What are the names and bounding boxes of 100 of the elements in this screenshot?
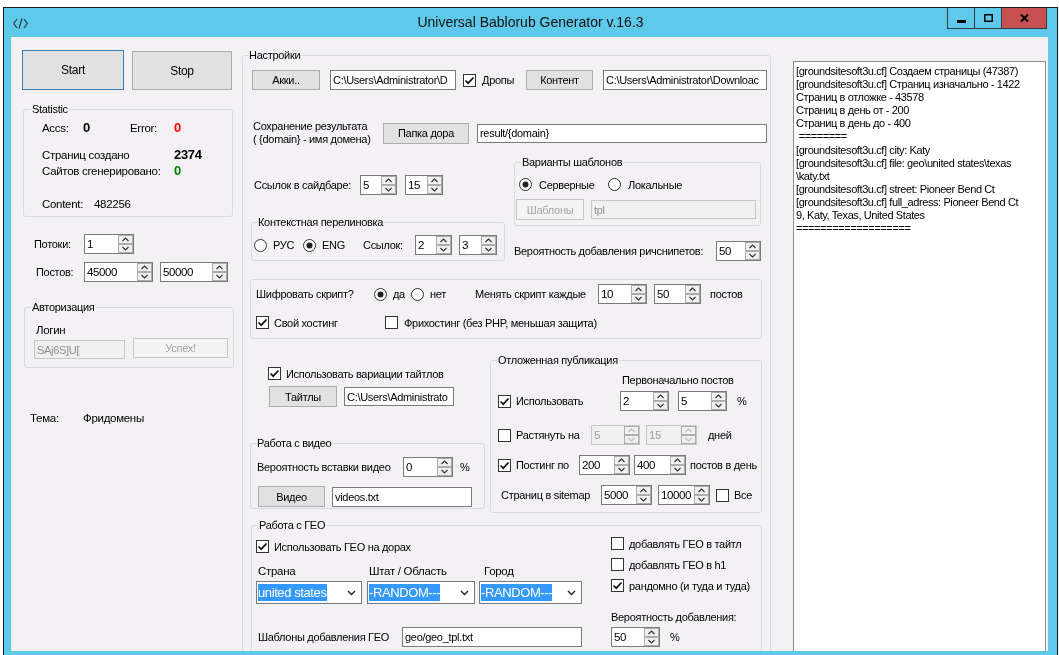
spin-arrows-icon[interactable] bbox=[614, 456, 629, 474]
accounts-button[interactable]: Акки.. bbox=[252, 70, 320, 90]
field-label: Логин bbox=[36, 323, 66, 337]
number-spinner[interactable]: 15 bbox=[405, 175, 443, 195]
radio-button[interactable] bbox=[303, 238, 316, 252]
field-label: Сохранение результата ( {domain} - имя домена) bbox=[253, 120, 372, 146]
spin-arrows-icon[interactable] bbox=[481, 236, 496, 254]
radio-button[interactable] bbox=[411, 287, 424, 301]
number-spinner[interactable]: 3 bbox=[459, 235, 497, 255]
spin-arrows-icon[interactable] bbox=[381, 176, 396, 194]
log-textbox[interactable] bbox=[793, 61, 1046, 651]
content-button[interactable]: Контент bbox=[526, 70, 593, 90]
group-title: Варианты шаблонов bbox=[521, 156, 624, 169]
spin-arrows-icon[interactable] bbox=[636, 486, 651, 504]
checkbox-label[interactable]: Свой хостинг bbox=[274, 316, 385, 329]
spin-arrows-icon[interactable] bbox=[436, 236, 451, 254]
number-spinner[interactable]: 2 bbox=[415, 235, 452, 255]
path-field[interactable]: geo/geo_tpl.txt bbox=[402, 627, 582, 647]
spin-arrows-icon[interactable] bbox=[427, 176, 442, 194]
spin-arrows-icon[interactable] bbox=[644, 628, 659, 646]
checkbox-label[interactable]: рандомно (и туда и туда) bbox=[629, 579, 750, 592]
number-spinner[interactable]: 5 bbox=[360, 175, 397, 195]
spin-arrows-icon[interactable] bbox=[653, 392, 668, 410]
checkbox-label[interactable]: добавлять ГЕО в тайтл bbox=[629, 537, 742, 550]
number-spinner[interactable]: 5000 bbox=[601, 485, 652, 505]
chevron-down-icon bbox=[460, 589, 469, 596]
checkbox[interactable] bbox=[611, 558, 624, 571]
number-spinner[interactable]: 10000 bbox=[658, 485, 710, 505]
checkbox-label[interactable]: Постинг по bbox=[516, 459, 579, 471]
checkbox[interactable] bbox=[385, 316, 398, 329]
group-title: Statistic bbox=[31, 103, 69, 116]
spin-arrows-icon[interactable] bbox=[631, 285, 646, 303]
number-spinner[interactable]: 200 bbox=[579, 455, 630, 475]
start-button[interactable]: Start bbox=[22, 50, 124, 90]
checkbox-label[interactable]: Использовать вариации тайтлов bbox=[286, 367, 444, 380]
number-spinner[interactable]: 50 bbox=[654, 284, 701, 304]
number-spinner[interactable]: 2 bbox=[620, 391, 669, 411]
field-label: Шаблоны добавления ГЕО bbox=[258, 631, 390, 643]
path-field[interactable]: result/{domain} bbox=[477, 123, 767, 143]
stat-label: Сайтов сгенерировано: bbox=[42, 164, 162, 178]
spin-arrows-icon[interactable] bbox=[437, 458, 452, 476]
group-title: Работа с видео bbox=[256, 437, 333, 450]
radio-button[interactable] bbox=[254, 238, 267, 252]
checkbox-label[interactable]: Использовать bbox=[516, 395, 620, 407]
radio-label[interactable]: да bbox=[393, 288, 411, 300]
field-label: Штат / Область bbox=[368, 564, 448, 578]
number-spinner[interactable]: 10 bbox=[598, 284, 647, 304]
titles-button[interactable]: Тайтлы bbox=[269, 386, 337, 407]
path-field[interactable]: C:\Users\Administrator\Downloac bbox=[603, 70, 767, 90]
checkbox[interactable] bbox=[463, 73, 476, 87]
folder-button[interactable]: Папка дора bbox=[383, 122, 469, 144]
minimize-button[interactable] bbox=[947, 8, 975, 29]
checkbox[interactable] bbox=[611, 579, 624, 592]
log-line: [groundsitesoft3u.cf] city: Katy bbox=[796, 143, 931, 157]
spin-arrows-icon[interactable] bbox=[711, 392, 726, 410]
chevron-down-icon bbox=[347, 589, 356, 596]
spin-arrows-icon[interactable] bbox=[745, 242, 760, 260]
checkbox[interactable] bbox=[256, 540, 269, 553]
checkbox-label[interactable]: Дропы bbox=[482, 74, 519, 86]
file-field[interactable]: videos.txt bbox=[332, 486, 472, 507]
number-spinner[interactable]: 45000 bbox=[84, 262, 153, 282]
group-title: Авторизация bbox=[31, 301, 96, 314]
radio-label[interactable]: РУС bbox=[273, 239, 303, 251]
radio-label[interactable]: нет bbox=[430, 288, 475, 300]
radio-button[interactable] bbox=[374, 287, 387, 301]
number-spinner[interactable]: 50 bbox=[716, 241, 761, 261]
number-spinner[interactable]: 50000 bbox=[160, 262, 228, 282]
close-button[interactable] bbox=[1001, 8, 1047, 29]
radio-label[interactable]: ENG bbox=[322, 239, 363, 251]
spin-arrows-icon[interactable] bbox=[137, 263, 152, 281]
number-spinner[interactable]: 0 bbox=[403, 457, 453, 477]
spin-arrows-icon[interactable] bbox=[694, 486, 709, 504]
spin-arrows-icon[interactable] bbox=[118, 235, 133, 253]
checkbox[interactable] bbox=[498, 394, 511, 408]
number-spinner[interactable]: 1 bbox=[84, 234, 134, 254]
theme-label: Тема: bbox=[30, 412, 60, 424]
close-icon bbox=[1019, 14, 1029, 22]
checkbox[interactable] bbox=[256, 316, 269, 329]
path-field[interactable]: C:\Users\Administrato bbox=[344, 387, 454, 406]
number-spinner[interactable]: 5 bbox=[678, 391, 727, 411]
group-title: Настройки bbox=[248, 49, 302, 62]
spin-arrows-icon[interactable] bbox=[212, 263, 227, 281]
video-button[interactable]: Видео bbox=[258, 486, 325, 507]
checkbox-label[interactable]: Фрихостинг (без PHP, меньшая защита) bbox=[404, 316, 597, 329]
number-spinner[interactable]: 50 bbox=[611, 627, 660, 647]
checkbox[interactable] bbox=[498, 458, 511, 472]
checkbox-label[interactable]: Использовать ГЕО на дорах bbox=[274, 540, 411, 553]
checkbox-label[interactable]: добавлять ГЕО в h1 bbox=[629, 558, 727, 571]
spin-arrows-icon[interactable] bbox=[685, 285, 700, 303]
spin-arrows-icon[interactable] bbox=[670, 456, 685, 474]
number-spinner[interactable]: 400 bbox=[634, 455, 686, 475]
checkbox-label[interactable]: Все bbox=[734, 489, 753, 501]
field-label: Страниц в sitemap bbox=[501, 489, 592, 501]
checkbox[interactable] bbox=[716, 488, 729, 502]
unit-label: дней bbox=[708, 429, 732, 441]
checkbox[interactable] bbox=[611, 537, 624, 550]
stop-button[interactable]: Stop bbox=[132, 51, 232, 90]
log-line: ======== bbox=[797, 130, 848, 144]
path-field[interactable]: C:\Users\Administrator\D bbox=[330, 70, 456, 90]
checkbox[interactable] bbox=[268, 367, 281, 380]
